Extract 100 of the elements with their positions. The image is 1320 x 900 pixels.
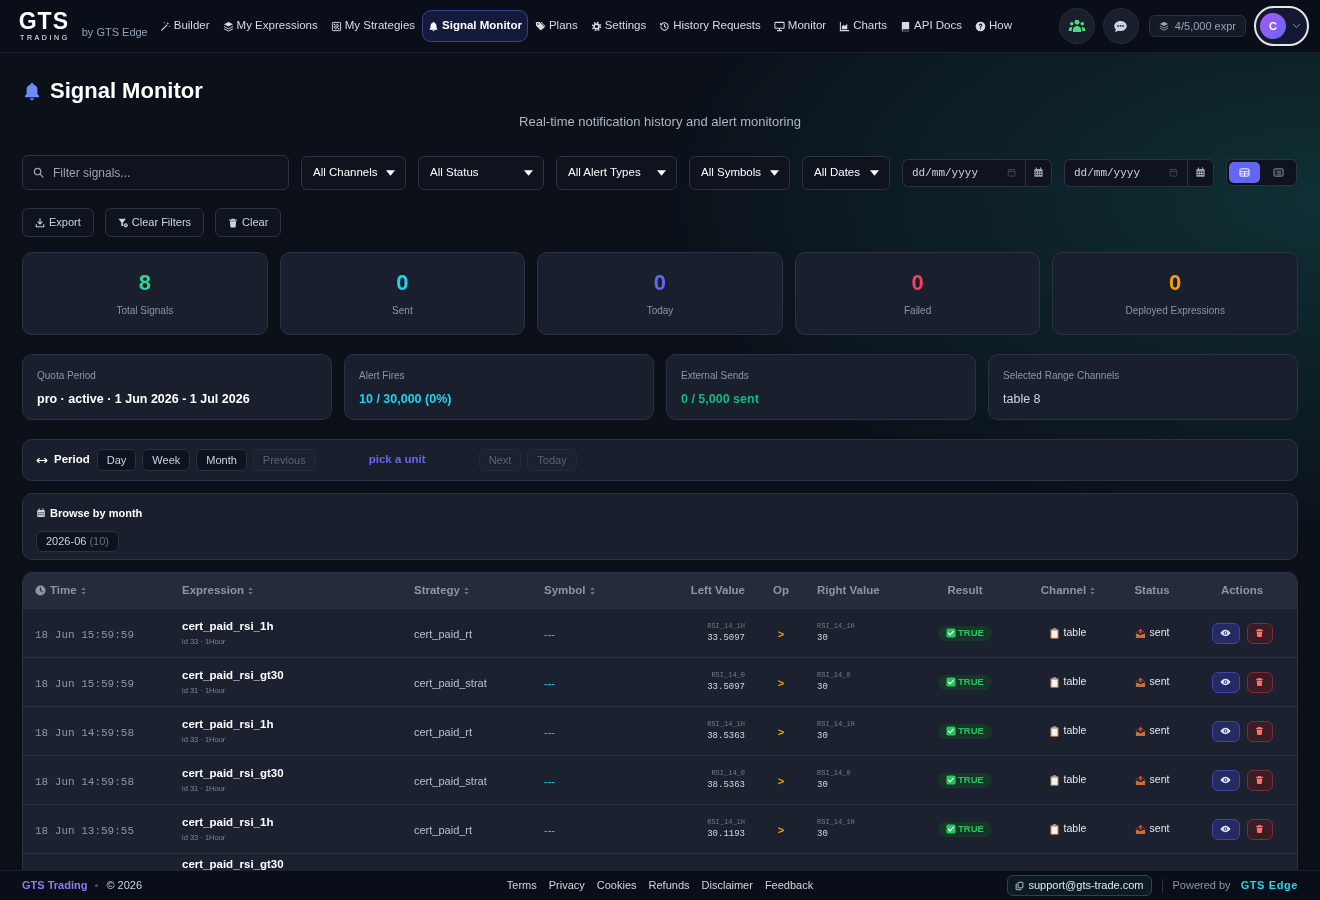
month-chip[interactable]: 2026-06 (10): [36, 530, 119, 552]
nav-link[interactable]: API Docs: [894, 10, 968, 42]
channel-name: table: [1063, 625, 1087, 641]
symbol-value: ---: [544, 677, 555, 689]
delete-button[interactable]: [1246, 622, 1273, 644]
chat-icon: [1113, 18, 1129, 34]
delete-button[interactable]: [1246, 769, 1273, 791]
clipboard-icon: [1049, 627, 1059, 639]
caret-down-icon: [770, 169, 779, 176]
nav-link[interactable]: My Strategies: [324, 10, 422, 42]
chevron-down-icon: [1292, 23, 1301, 29]
outbox-tray-icon: [1134, 774, 1146, 786]
symbol-value: ---: [544, 824, 555, 836]
book-icon: [900, 20, 912, 32]
history-icon: [659, 20, 671, 32]
nav-link[interactable]: My Expressions: [216, 10, 324, 42]
column-header[interactable]: Symbol: [544, 581, 595, 600]
nav-link[interactable]: Plans: [528, 10, 584, 42]
operator: >: [777, 628, 785, 640]
support-email-button[interactable]: support@gts-trade.com: [1007, 875, 1152, 896]
date-field[interactable]: dd/mm/yyyy: [902, 158, 1025, 187]
nav-link[interactable]: How: [969, 10, 1018, 42]
caret-down-icon: [870, 169, 879, 176]
strategy-name: cert_paid_rt: [414, 628, 473, 640]
symbol-value: ---: [544, 628, 555, 640]
column-header[interactable]: Channel: [1040, 581, 1096, 600]
footer-link[interactable]: Feedback: [764, 877, 814, 894]
date-field[interactable]: dd/mm/yyyy: [1064, 158, 1187, 187]
status-label: sent: [1149, 674, 1170, 690]
footer-brand: GTS Trading: [22, 878, 88, 894]
calendar-icon: [1195, 167, 1206, 178]
view-button[interactable]: [1211, 671, 1240, 693]
expression-name[interactable]: cert_paid_rsi_gt30: [182, 766, 390, 780]
operand-value: 30: [817, 828, 829, 840]
logo-wordmark[interactable]: GTS: [18, 10, 69, 31]
status-label: sent: [1149, 625, 1170, 641]
period-unit-button[interactable]: Week: [142, 449, 191, 471]
delete-button[interactable]: [1246, 720, 1273, 742]
view-toggle-button[interactable]: [1229, 162, 1260, 183]
toolbar-button[interactable]: Clear: [215, 208, 282, 237]
column-header[interactable]: Strategy: [414, 581, 470, 600]
footer-link[interactable]: Privacy: [548, 877, 585, 894]
footer-link[interactable]: Disclaimer: [701, 877, 753, 894]
view-button[interactable]: [1211, 720, 1240, 742]
nav-link[interactable]: Settings: [584, 10, 653, 42]
clipboard-icon: [1049, 676, 1059, 688]
expression-name[interactable]: cert_paid_rsi_1h: [182, 717, 390, 731]
team-button[interactable]: [1058, 8, 1095, 44]
operand-value: 33.5097: [706, 632, 745, 644]
calendar-button[interactable]: [1025, 158, 1052, 187]
expression-name[interactable]: cert_paid_rsi_1h: [182, 619, 390, 633]
calendar-icon: [36, 508, 46, 519]
check-box-icon: [946, 628, 957, 638]
expression-name[interactable]: cert_paid_rsi_gt30: [182, 857, 390, 870]
period-unit-button[interactable]: Day: [96, 449, 137, 471]
delete-button[interactable]: [1246, 818, 1273, 840]
list-view-icon: [1273, 168, 1284, 177]
eye-icon: [1220, 678, 1231, 686]
nav-link[interactable]: Builder: [153, 10, 216, 42]
nav-link[interactable]: Signal Monitor: [422, 10, 528, 42]
filter-select[interactable]: All Dates: [802, 155, 890, 190]
toolbar-button[interactable]: Export: [22, 208, 94, 237]
nav-link[interactable]: History Requests: [653, 10, 767, 42]
view-button[interactable]: [1211, 818, 1240, 840]
column-header[interactable]: Time: [50, 581, 86, 600]
filter-select[interactable]: All Channels: [301, 155, 406, 190]
calendar-button[interactable]: [1187, 158, 1214, 187]
delete-button[interactable]: [1246, 671, 1273, 693]
period-unit-button[interactable]: Month: [196, 449, 247, 471]
nav-link[interactable]: Charts: [833, 10, 894, 42]
column-header: Right Value: [817, 582, 880, 598]
expression-name[interactable]: cert_paid_rsi_gt30: [182, 668, 390, 682]
stat-value: 0: [396, 270, 409, 296]
expression-name[interactable]: cert_paid_rsi_1h: [182, 815, 390, 829]
filter-select[interactable]: All Symbols: [689, 155, 790, 190]
filter-select[interactable]: All Alert Types: [556, 155, 677, 190]
filter-select[interactable]: All Status: [418, 155, 544, 190]
timestamp: 18 Jun 14:59:58: [35, 776, 135, 788]
tags-icon: [534, 20, 546, 32]
view-button[interactable]: [1211, 622, 1240, 644]
search-field[interactable]: Filter signals...: [22, 155, 289, 190]
info-label: Alert Fires: [359, 369, 406, 383]
channel-name: table: [1063, 821, 1087, 837]
account-menu-button[interactable]: C: [1254, 6, 1309, 46]
chat-button[interactable]: [1102, 8, 1139, 44]
clipboard-icon: [1049, 823, 1059, 835]
caret-down-icon: [386, 169, 395, 176]
clipboard-icon: [1049, 725, 1059, 737]
column-header[interactable]: Expression: [182, 581, 253, 600]
footer-link[interactable]: Cookies: [596, 877, 637, 894]
copy-icon: [1015, 880, 1025, 891]
footer-link[interactable]: Refunds: [648, 877, 690, 894]
nav-link[interactable]: Monitor: [767, 10, 833, 42]
period-hint: pick a unit: [367, 452, 427, 468]
toolbar-button[interactable]: Clear Filters: [104, 208, 205, 237]
sort-icon: [589, 586, 595, 595]
footer-link[interactable]: Terms: [506, 877, 537, 894]
view-button[interactable]: [1211, 769, 1240, 791]
operand-value: 38.5363: [706, 730, 745, 742]
eye-icon: [1220, 629, 1231, 637]
